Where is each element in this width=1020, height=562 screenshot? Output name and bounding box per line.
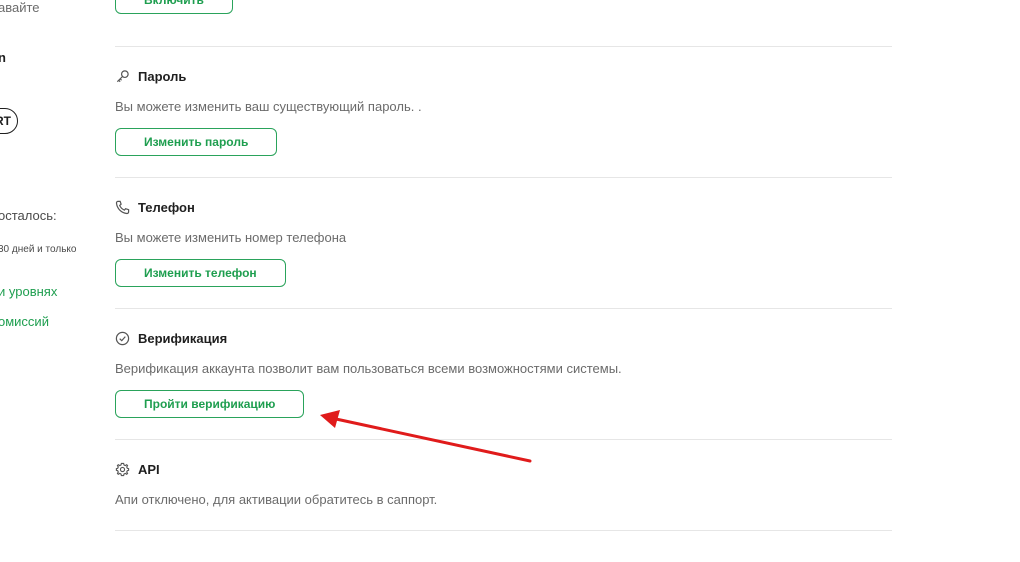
- password-section: Пароль Вы можете изменить ваш существующ…: [115, 67, 892, 156]
- sidebar-badge-label: RT: [0, 114, 11, 128]
- verification-title: Верификация: [138, 330, 228, 346]
- start-verification-button[interactable]: Пройти верификацию: [115, 390, 305, 418]
- verification-section: Верификация Верификация аккаунта позволи…: [115, 329, 892, 418]
- divider: [115, 177, 892, 178]
- verification-description: Верификация аккаунта позволит вам пользо…: [115, 361, 622, 376]
- sidebar-save-text: авайте: [0, 0, 40, 15]
- sidebar-link-levels[interactable]: и уровнях: [0, 284, 57, 299]
- password-section-header: Пароль: [115, 67, 892, 85]
- top-button-wrap: Включить: [115, 0, 233, 14]
- gear-icon: [115, 462, 130, 477]
- sidebar-user-name: n: [0, 50, 6, 65]
- phone-title: Телефон: [138, 199, 195, 215]
- phone-section: Телефон Вы можете изменить номер телефон…: [115, 198, 892, 287]
- sidebar: авайте n RT осталось: 30 дней и только и…: [0, 0, 100, 562]
- password-title: Пароль: [138, 68, 187, 84]
- api-section-header: API: [115, 460, 892, 478]
- sidebar-link-fees[interactable]: омиссий: [0, 314, 49, 329]
- key-icon: [115, 69, 130, 84]
- api-title: API: [138, 461, 160, 477]
- sidebar-remaining-label: осталось:: [0, 208, 57, 223]
- divider: [115, 308, 892, 309]
- phone-section-header: Телефон: [115, 198, 892, 216]
- enable-button[interactable]: Включить: [115, 0, 233, 14]
- change-password-button[interactable]: Изменить пароль: [115, 128, 278, 156]
- api-description: Апи отключено, для активации обратитесь …: [115, 492, 438, 507]
- check-circle-icon: [115, 331, 130, 346]
- api-section: API Апи отключено, для активации обратит…: [115, 460, 892, 508]
- divider: [115, 439, 892, 440]
- change-phone-button[interactable]: Изменить телефон: [115, 259, 286, 287]
- phone-icon: [115, 200, 130, 215]
- verification-section-header: Верификация: [115, 329, 892, 347]
- security-settings-page: авайте n RT осталось: 30 дней и только и…: [0, 0, 1020, 562]
- sidebar-days-text: 30 дней и только: [0, 244, 77, 255]
- phone-description: Вы можете изменить номер телефона: [115, 230, 347, 245]
- sidebar-status-badge[interactable]: RT: [0, 108, 18, 134]
- password-description: Вы можете изменить ваш существующий паро…: [115, 99, 422, 114]
- divider: [115, 46, 892, 47]
- divider: [115, 530, 892, 531]
